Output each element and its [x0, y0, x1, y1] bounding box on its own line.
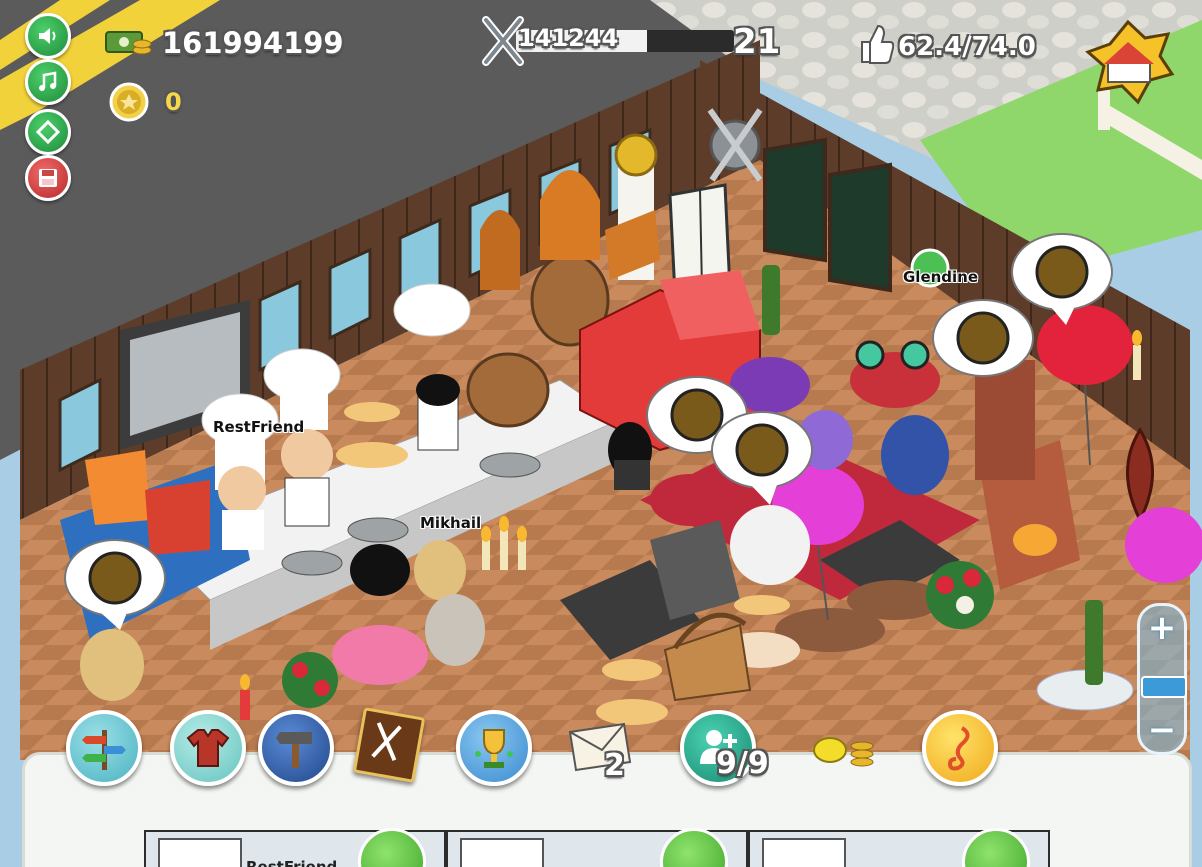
zoom-slider[interactable]: + −: [1137, 603, 1187, 755]
coin-amount: 0: [165, 88, 182, 116]
signpost-icon: [82, 730, 126, 770]
zoom-slider-thumb[interactable]: [1141, 676, 1187, 698]
waiter-cat[interactable]: [608, 422, 652, 490]
clothing-button[interactable]: [170, 710, 246, 786]
name-tag-restfriend: RestFriend: [213, 418, 305, 436]
achievements-button[interactable]: [456, 710, 532, 786]
lemon-icon: [813, 737, 874, 767]
xp-amount: 141244: [518, 24, 619, 52]
friend-slot[interactable]: [748, 828, 1050, 867]
friend-name: RestFriend: [246, 858, 338, 867]
cash-amount: 161994199: [162, 26, 344, 60]
thumbs-up-rating-icon: [856, 22, 895, 66]
friend-avatar: [158, 838, 242, 867]
jukebox-button[interactable]: [922, 710, 998, 786]
name-tag-mikhail: Mikhail: [420, 514, 482, 532]
friends-count: 9/9: [716, 746, 769, 781]
smiley-face-icon: [660, 828, 728, 867]
smiley-face-icon: [358, 828, 426, 867]
sound-icon: [39, 28, 56, 44]
coin-icon: [109, 82, 149, 122]
fullscreen-icon: [36, 120, 60, 144]
trophy-icon: [475, 729, 513, 768]
lemon-coin-button[interactable]: [812, 728, 876, 772]
move-button[interactable]: [66, 710, 142, 786]
friend-avatar: [460, 838, 544, 867]
fullscreen-button[interactable]: [25, 109, 71, 155]
music-icon: [39, 71, 57, 91]
zoom-out-button[interactable]: −: [1140, 710, 1184, 750]
hammer-icon: [276, 732, 312, 768]
music-button[interactable]: [25, 59, 71, 105]
friend-slot[interactable]: [446, 828, 748, 867]
menu-book-icon: [371, 722, 402, 761]
shirt-icon: [186, 729, 230, 767]
friend-slot[interactable]: RestFriend: [144, 828, 446, 867]
save-icon: [39, 169, 57, 187]
game-stage[interactable]: 161994199 0 141244 21 62.4/74.0 RestFrie…: [0, 0, 1202, 867]
order-bubble[interactable]: [932, 299, 1034, 377]
mail-count: 2: [604, 748, 625, 783]
name-tag-glendine: Glendine: [903, 268, 979, 286]
cash-icon: [104, 28, 152, 60]
friend-avatar: [762, 838, 846, 867]
build-button[interactable]: [258, 710, 334, 786]
smiley-face-icon: [962, 828, 1030, 867]
level-number: 21: [733, 22, 781, 62]
zoom-in-button[interactable]: +: [1140, 608, 1184, 648]
sound-button[interactable]: [25, 13, 71, 59]
music-note-icon: [947, 726, 970, 771]
fork-spoon-sign: [707, 108, 763, 182]
save-button[interactable]: [25, 155, 71, 201]
rating-value: 62.4/74.0: [898, 32, 1036, 62]
menu-book-button[interactable]: [352, 707, 426, 783]
